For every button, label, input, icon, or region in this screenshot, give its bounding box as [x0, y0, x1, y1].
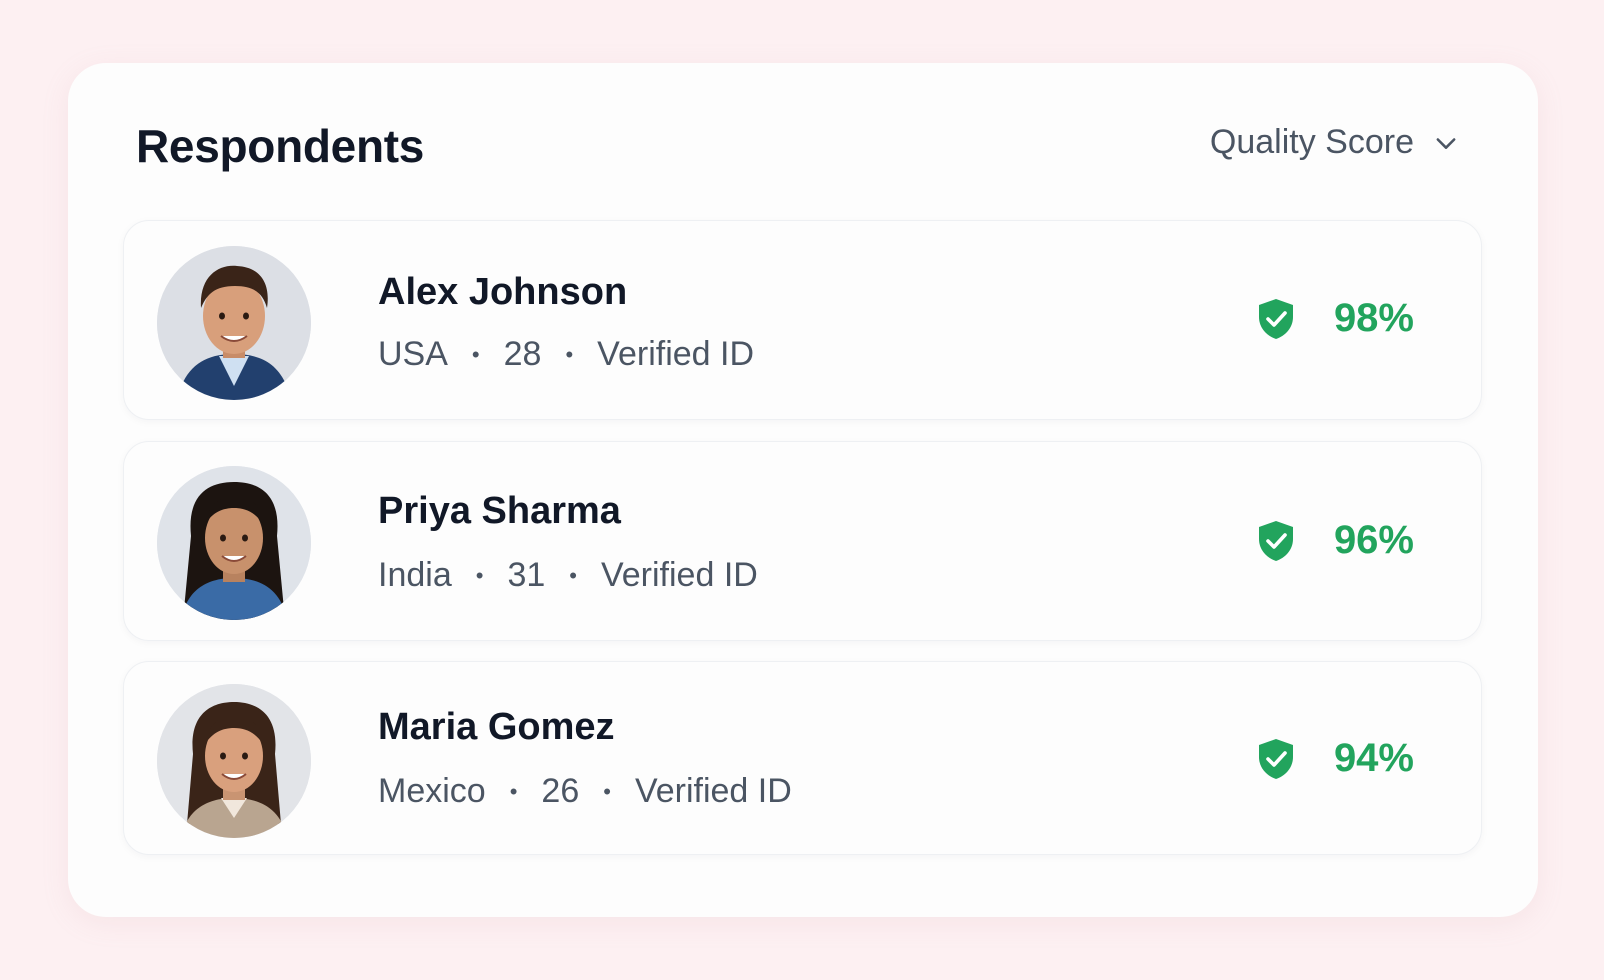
respondent-meta: India • 31 • Verified ID — [378, 556, 758, 595]
respondent-status: Verified ID — [634, 772, 792, 810]
avatar — [157, 684, 311, 838]
respondent-meta: USA • 28 • Verified ID — [378, 335, 754, 374]
score-value: 98% — [1333, 296, 1414, 340]
separator-dot: • — [569, 562, 577, 588]
quality-score: 94% — [1256, 736, 1414, 781]
shield-check-icon — [1258, 520, 1293, 561]
score-value: 94% — [1333, 736, 1414, 780]
score-value: 96% — [1333, 518, 1414, 562]
shield-check-icon — [1258, 738, 1293, 779]
list-item-priya-sharma[interactable]: Priya Sharma India • 31 • Verified ID 96… — [123, 441, 1482, 641]
separator-dot: • — [509, 778, 518, 804]
respondent-age: 28 — [503, 335, 542, 373]
sort-label: Quality Score — [1209, 123, 1414, 161]
quality-score: 96% — [1256, 518, 1414, 563]
respondent-status: Verified ID — [597, 335, 755, 373]
respondent-age: 31 — [507, 556, 546, 594]
respondent-age: 26 — [541, 772, 580, 810]
list-item-alex-johnson[interactable]: Alex Johnson USA • 28 • Verified ID 98% — [123, 220, 1482, 420]
respondent-name: Priya Sharma — [378, 490, 621, 532]
list-item-maria-gomez[interactable]: Maria Gomez Mexico • 26 • Verified ID 94… — [123, 661, 1482, 855]
quality-score: 98% — [1256, 296, 1414, 341]
page-title: Respondents — [136, 120, 425, 172]
separator-dot: • — [565, 341, 574, 367]
respondent-meta: Mexico • 26 • Verified ID — [378, 772, 792, 811]
separator-dot: • — [603, 778, 611, 804]
sort-dropdown[interactable]: Quality Score — [1210, 123, 1460, 162]
avatar — [157, 466, 311, 620]
respondent-name: Maria Gomez — [378, 706, 615, 748]
chevron-down-icon — [1436, 137, 1456, 149]
separator-dot: • — [471, 341, 480, 367]
respondents-card: Respondents Quality Score Alex Johnson U… — [68, 63, 1538, 917]
respondent-country: USA — [378, 335, 448, 373]
separator-dot: • — [475, 562, 484, 588]
avatar — [157, 246, 311, 400]
respondent-status: Verified ID — [600, 556, 758, 594]
shield-check-icon — [1258, 298, 1293, 339]
respondent-name: Alex Johnson — [378, 271, 628, 313]
respondent-country: Mexico — [378, 772, 486, 810]
respondent-country: India — [378, 556, 452, 594]
